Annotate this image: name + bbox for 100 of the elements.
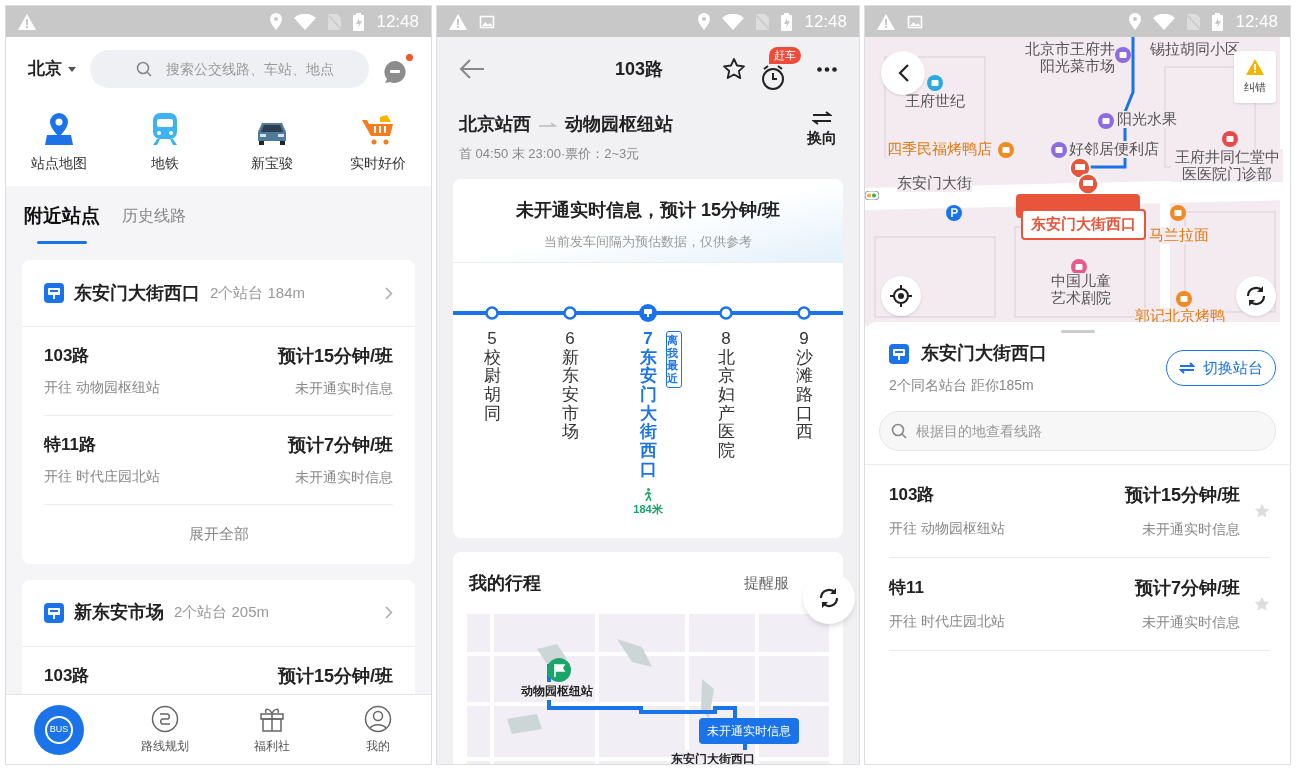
chevron-left-icon <box>897 64 909 82</box>
stop-number: 8 <box>721 330 731 349</box>
station-header[interactable]: 新东安市场 2个站台 205m <box>22 579 415 647</box>
location-icon <box>1129 13 1142 30</box>
nav-item[interactable]: 福利社 <box>218 695 325 764</box>
map-label: 东安门大街西口 <box>671 750 755 764</box>
warning-icon <box>449 13 467 30</box>
origin-stop: 北京站西 <box>459 113 531 136</box>
message-button[interactable] <box>383 54 413 84</box>
report-error-button[interactable]: 纠错 <box>1234 51 1276 103</box>
alarm-button[interactable]: 赶车 <box>761 47 801 91</box>
search-icon <box>891 423 907 439</box>
battery-icon <box>1212 12 1224 31</box>
place-label: 王府世纪 <box>905 93 965 110</box>
image-icon <box>907 13 923 30</box>
star-icon <box>1254 503 1270 519</box>
place-marker-icon <box>927 75 943 91</box>
wifi-icon <box>294 13 317 30</box>
tab[interactable]: 附近站点 <box>24 198 100 244</box>
bus-home-button[interactable]: BUS <box>34 704 85 755</box>
expand-all-link[interactable]: 展开全部 <box>188 505 249 564</box>
route-icon <box>151 704 180 733</box>
refresh-icon <box>817 586 841 610</box>
warning-icon <box>877 13 895 30</box>
more-button[interactable] <box>817 66 837 72</box>
swap-icon <box>812 111 832 125</box>
badge: 赶车 <box>769 47 801 64</box>
street-label: 东安门大街 <box>897 175 972 192</box>
wifi-icon <box>1153 13 1176 30</box>
profile-icon <box>363 704 392 733</box>
shortcut-button[interactable]: 新宝骏 <box>218 101 325 186</box>
place-label: 王府井同仁堂中医医院门诊部 <box>1171 149 1283 182</box>
star-icon <box>723 58 745 80</box>
place-label: 中国儿童艺术剧院 <box>1049 273 1113 306</box>
bus-stop-icon <box>889 343 909 364</box>
chevron-right-icon <box>385 286 393 300</box>
bus-line-row[interactable]: 103路 开往 动物园枢纽站 预计15分钟/班 未开通实时信息 <box>889 465 1240 557</box>
section-title: 我的行程 <box>469 571 541 595</box>
flag-marker-icon <box>547 658 571 682</box>
city-selector[interactable]: 北京 <box>28 56 76 82</box>
back-button[interactable] <box>881 51 925 95</box>
locate-icon <box>890 285 912 307</box>
swap-icon <box>1179 362 1195 374</box>
bus-line-row[interactable]: 103路 开往 动物园枢纽站 预计15分钟/班 未开通实时信息 <box>44 327 393 416</box>
stop-name: 北京妇产医院 <box>717 348 735 461</box>
notice-subtitle: 当前发车间隔为预估数据，仅供参考 <box>544 233 752 251</box>
more-icon <box>817 66 837 72</box>
terminal-stop: 动物园枢纽站 <box>565 113 673 136</box>
shortcut-button[interactable]: 实时好价 <box>324 101 431 186</box>
refresh-button[interactable] <box>1236 276 1276 316</box>
stop-number: 5 <box>487 330 497 349</box>
nearest-tag: 离我最近 <box>666 331 682 388</box>
map-label: 动物园枢纽站 <box>521 682 593 700</box>
image-icon <box>479 13 495 30</box>
nav-item[interactable]: 我的 <box>324 695 431 764</box>
map-pin-icon <box>45 113 74 145</box>
battery-icon <box>781 12 793 31</box>
warning-icon <box>18 13 36 30</box>
caret-icon <box>68 66 76 72</box>
search-field[interactable]: 搜索公交线路、车站、地点 <box>90 50 369 88</box>
reverse-button[interactable]: 换向 <box>807 111 837 150</box>
screen-title: 103路 <box>613 57 664 81</box>
shopping-cart-icon <box>361 115 394 145</box>
schedule-info: 首 04:50 末 23:00·票价：2~3元 <box>459 145 641 163</box>
search-field[interactable]: 根据目的地查看线路 <box>879 411 1276 451</box>
place-label: 好邻居便利店 <box>1069 141 1159 158</box>
shortcut-button[interactable]: 地铁 <box>112 101 219 186</box>
place-label: 四季民福烤鸭店 <box>887 141 992 158</box>
stop-name: 东安门大街西口 <box>639 348 657 480</box>
battery-icon <box>353 12 365 31</box>
nav-item[interactable]: 路线规划 <box>112 695 219 764</box>
station-info: 2个同名站台 距你185m <box>889 376 1035 395</box>
alarm-clock-icon <box>761 65 785 91</box>
stop-name: 新东安市场 <box>561 348 579 443</box>
bus-stop-icon <box>44 602 64 623</box>
place-marker-icon <box>1115 47 1131 63</box>
stop-callout: 东安门大街西口 <box>1021 209 1146 240</box>
stop-number: 9 <box>799 330 809 349</box>
bus-line-row[interactable]: 特11 开往 时代庄园北站 预计7分钟/班 未开通实时信息 <box>889 558 1240 650</box>
reminder-link[interactable]: 提醒服 <box>744 571 789 595</box>
place-marker-icon <box>1176 291 1192 307</box>
station-header[interactable]: 东安门大街西口 2个站台 184m <box>22 260 415 327</box>
drag-handle <box>1060 330 1095 333</box>
locate-button[interactable] <box>881 276 921 316</box>
place-marker-icon <box>1222 131 1238 147</box>
shortcut-button[interactable]: 站点地图 <box>6 101 113 186</box>
place-marker-icon <box>1071 259 1087 275</box>
place-marker-icon <box>1051 142 1067 158</box>
bus-line-row[interactable]: 特11路 开往 时代庄园北站 预计7分钟/班 未开通实时信息 <box>44 416 393 505</box>
walking-person-icon <box>643 487 653 501</box>
notice-title: 未开通实时信息，预计 15分钟/班 <box>516 199 780 222</box>
stop-name: 沙滩路口西 <box>795 348 813 443</box>
walking-distance: 184米 <box>633 501 663 517</box>
favorite-button[interactable] <box>723 58 745 80</box>
location-icon <box>270 13 283 30</box>
star-icon <box>1254 596 1270 612</box>
back-arrow-icon <box>459 59 485 79</box>
refresh-button[interactable] <box>803 572 855 624</box>
stop-name: 校尉胡同 <box>483 348 501 424</box>
refresh-icon <box>1244 284 1268 308</box>
